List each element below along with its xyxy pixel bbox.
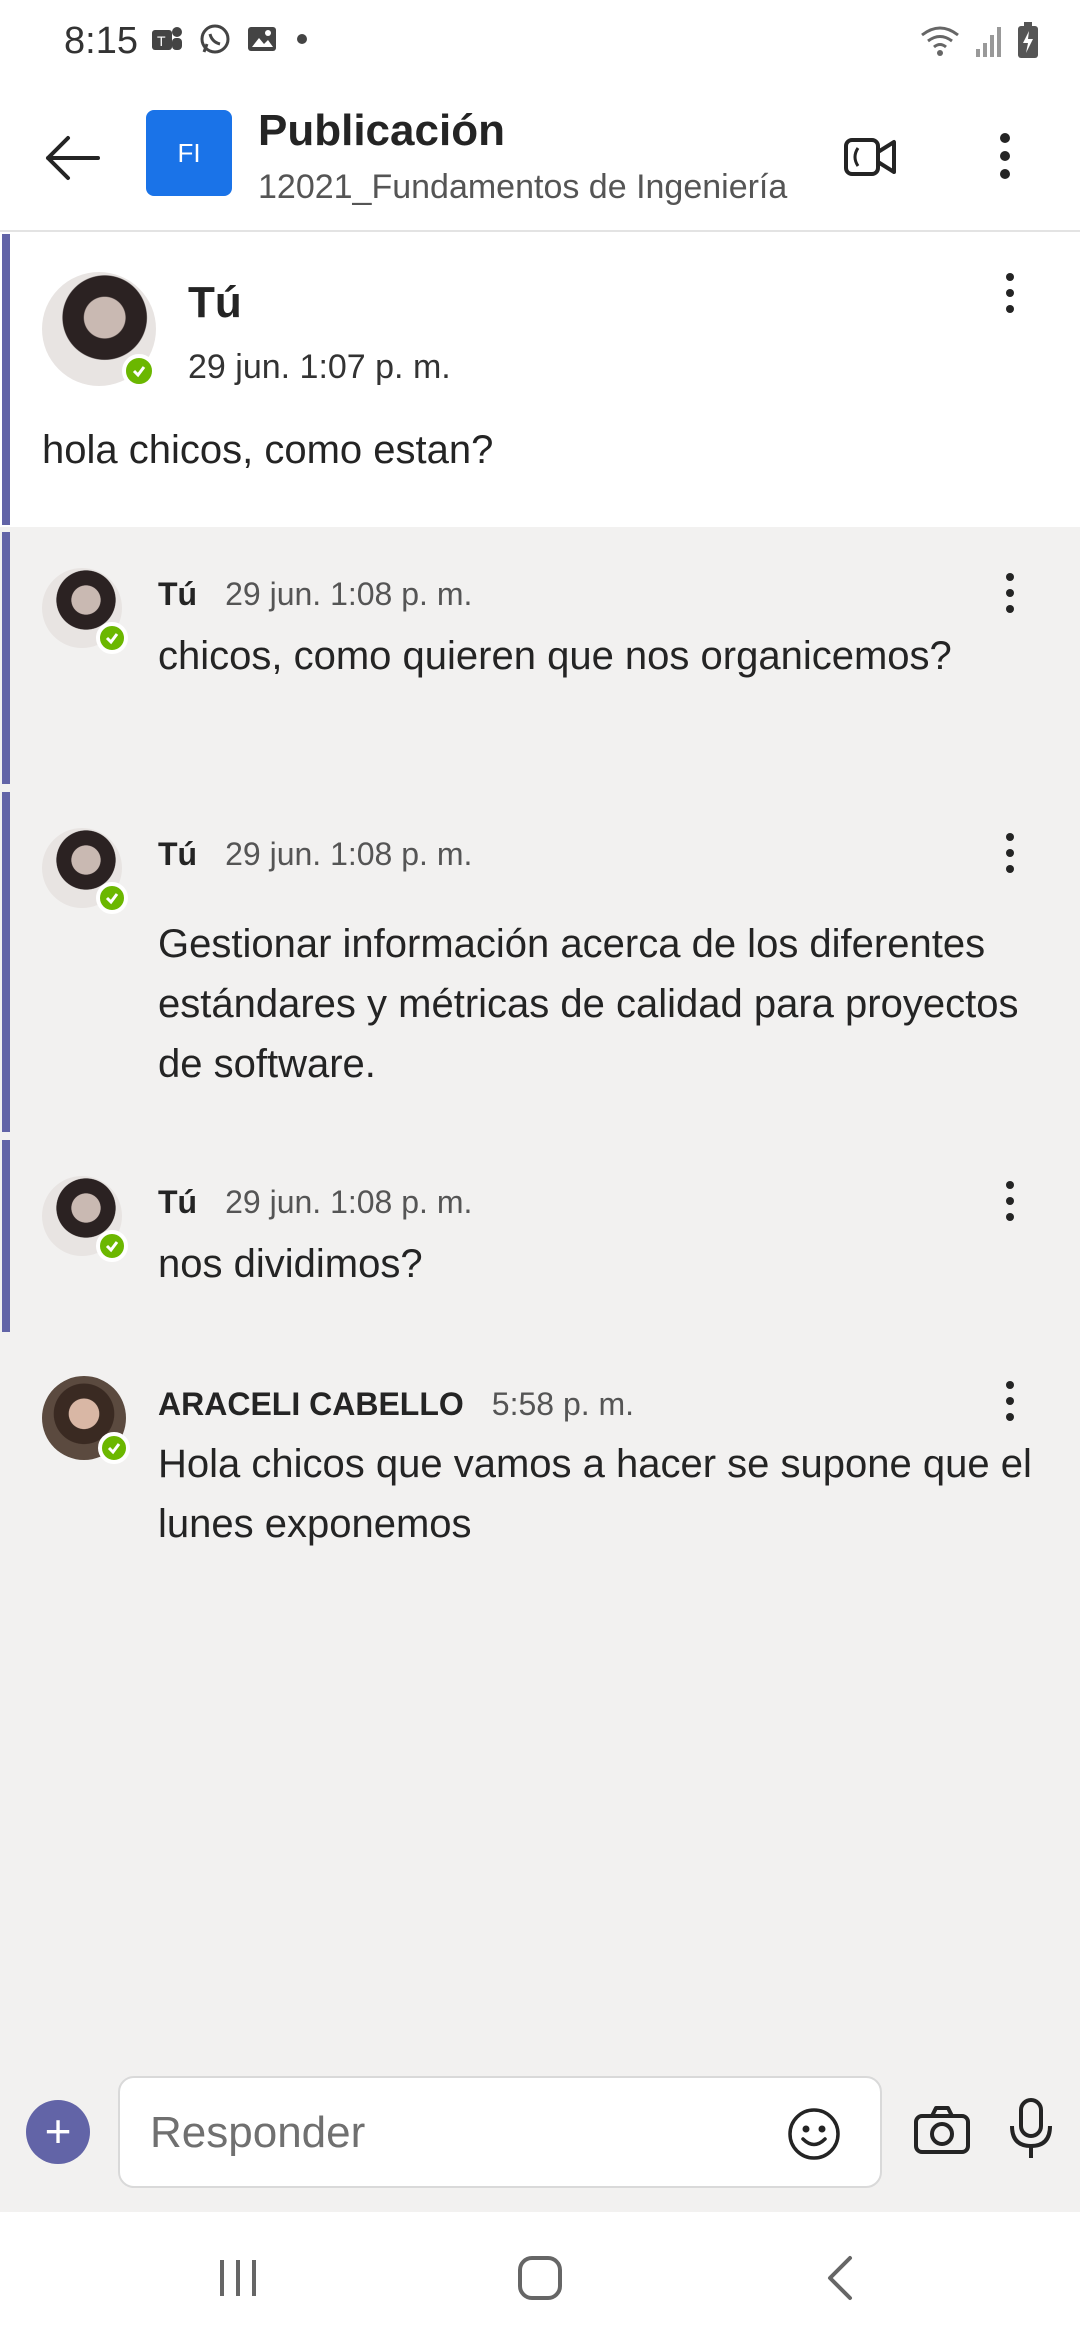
more-vertical-icon — [1006, 1181, 1014, 1221]
reply-meta: Tú 29 jun. 1:08 p. m. — [158, 836, 472, 873]
reply-body: Hola chicos que vamos a hacer se supone … — [158, 1442, 1032, 1546]
post-timestamp: 29 jun. 1:07 p. m. — [188, 348, 451, 386]
presence-available-icon — [96, 1230, 128, 1262]
avatar-wrap[interactable] — [42, 272, 156, 388]
reply-timestamp: 5:58 p. m. — [491, 1386, 635, 1422]
channel-name: 12021_Fundamentos de Ingeniería — [258, 168, 788, 206]
gallery-icon — [246, 23, 278, 60]
reply-timestamp: 29 jun. 1:08 p. m. — [225, 576, 473, 612]
meet-now-button[interactable] — [840, 126, 900, 186]
more-vertical-icon — [1006, 1381, 1014, 1421]
chevron-left-icon — [828, 2256, 852, 2300]
emoji-icon — [788, 2108, 840, 2160]
teams-icon: T — [150, 22, 184, 61]
microphone-icon — [1010, 2098, 1052, 2158]
battery-icon — [1016, 22, 1040, 65]
wifi-icon — [918, 23, 962, 64]
presence-available-icon — [122, 354, 156, 388]
thread-indicator — [2, 1140, 10, 1332]
reply-box[interactable] — [118, 2076, 882, 2188]
reply-more-button[interactable] — [1000, 1176, 1020, 1226]
signal-icon — [974, 23, 1004, 64]
back-button[interactable] — [40, 126, 104, 190]
team-initials: FI — [177, 137, 201, 168]
camera-icon — [914, 2106, 970, 2154]
presence-available-icon — [96, 882, 128, 914]
reply-author: ARACELI CABELLO — [158, 1386, 464, 1422]
camera-button[interactable] — [912, 2100, 972, 2160]
home-button[interactable] — [510, 2250, 570, 2306]
system-nav-bar — [0, 2212, 1080, 2340]
recent-apps-button[interactable] — [208, 2250, 268, 2306]
thread-indicator — [2, 532, 10, 784]
reply-author: Tú — [158, 576, 198, 612]
reply-author: Tú — [158, 836, 198, 872]
emoji-button[interactable] — [786, 2106, 842, 2162]
reply-body: Gestionar información acerca de los dife… — [158, 922, 1019, 1086]
reply-more-button[interactable] — [1000, 828, 1020, 878]
header-more-button[interactable] — [990, 126, 1020, 186]
reply-timestamp: 29 jun. 1:08 p. m. — [225, 836, 473, 872]
reply-meta: Tú 29 jun. 1:08 p. m. — [158, 576, 472, 613]
more-vertical-icon — [1006, 573, 1014, 613]
reply-body: nos dividimos? — [158, 1242, 423, 1286]
plus-icon: + — [44, 2105, 72, 2157]
system-back-button[interactable] — [812, 2250, 872, 2306]
whatsapp-icon — [198, 22, 232, 61]
recent-apps-icon — [220, 2260, 256, 2296]
root-post: Tú 29 jun. 1:07 p. m. hola chicos, como … — [0, 232, 1080, 527]
reply-author: Tú — [158, 1184, 198, 1220]
presence-available-icon — [98, 1432, 130, 1464]
avatar-wrap[interactable] — [42, 1176, 128, 1262]
add-attachment-button[interactable]: + — [26, 2100, 90, 2164]
reply-timestamp: 29 jun. 1:08 p. m. — [225, 1184, 473, 1220]
presence-available-icon — [96, 622, 128, 654]
app-header: FI Publicación 12021_Fundamentos de Inge… — [0, 86, 1080, 232]
dot-icon — [292, 29, 312, 54]
thread-indicator — [2, 792, 10, 1132]
status-time: 8:15 — [64, 20, 138, 62]
more-vertical-icon — [1006, 833, 1014, 873]
avatar-wrap[interactable] — [42, 568, 128, 654]
reply-more-button[interactable] — [1000, 568, 1020, 618]
microphone-button[interactable] — [1006, 2096, 1056, 2164]
reply-body: chicos, como quieren que nos organicemos… — [158, 634, 952, 678]
post-author: Tú — [188, 278, 242, 327]
back-arrow-icon — [46, 136, 100, 180]
reply-item[interactable]: Tú 29 jun. 1:08 p. m. Gestionar informaci… — [0, 792, 1080, 1132]
more-vertical-icon — [1000, 133, 1010, 179]
page-title: Publicación — [258, 106, 505, 155]
avatar-wrap[interactable] — [42, 1376, 130, 1464]
video-call-icon — [844, 138, 896, 176]
thread-indicator — [2, 234, 10, 525]
reply-meta: Tú 29 jun. 1:08 p. m. — [158, 1184, 472, 1221]
reply-item[interactable]: Tú 29 jun. 1:08 p. m. nos dividimos? — [0, 1140, 1080, 1332]
reply-input[interactable] — [148, 2102, 752, 2164]
post-more-button[interactable] — [1000, 268, 1020, 318]
reply-meta: ARACELI CABELLO 5:58 p. m. — [158, 1386, 634, 1423]
compose-bar: + — [0, 2060, 1080, 2210]
status-bar: 8:15 T — [0, 0, 1080, 86]
home-icon — [518, 2256, 562, 2300]
avatar-wrap[interactable] — [42, 828, 128, 914]
more-vertical-icon — [1006, 273, 1014, 313]
reply-more-button[interactable] — [1000, 1376, 1020, 1426]
svg-text:T: T — [157, 33, 166, 49]
reply-item[interactable]: Tú 29 jun. 1:08 p. m. chicos, como quiere… — [0, 532, 1080, 784]
team-avatar: FI — [146, 110, 232, 196]
reply-item[interactable]: ARACELI CABELLO 5:58 p. m. Hola chicos qu… — [0, 1340, 1080, 1580]
post-body: hola chicos, como estan? — [42, 428, 494, 472]
